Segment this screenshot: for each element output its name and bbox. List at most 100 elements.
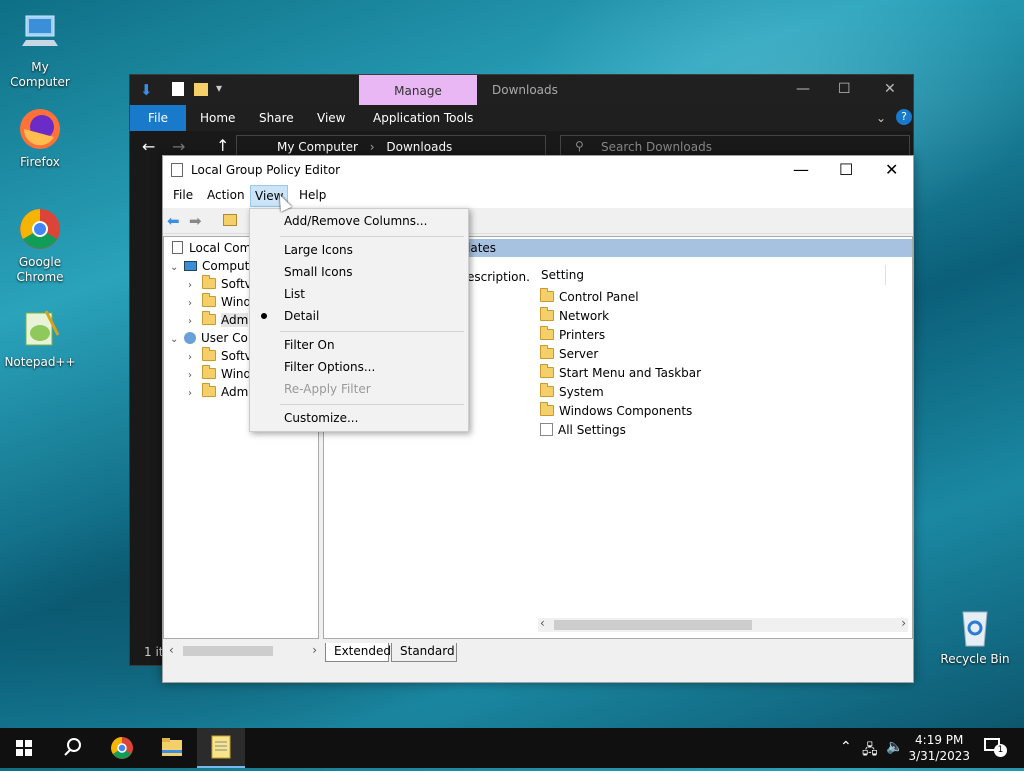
setting-row[interactable]: System	[540, 383, 604, 402]
tree-node-computer-configuration[interactable]: ⌄ Comput	[170, 257, 249, 275]
tree-node-windows-settings[interactable]: › Wind	[188, 293, 251, 311]
scroll-left-icon[interactable]: ‹	[169, 643, 174, 657]
taskbar-search-button[interactable]	[48, 728, 96, 768]
taskbar: ⌃ 🖧 🔈 4:19 PM 3/31/2023 1	[0, 728, 1024, 768]
download-arrow-icon: ⬇	[140, 81, 153, 99]
menu-item-add-remove-columns[interactable]: Add/Remove Columns...	[284, 211, 427, 231]
menu-item-list[interactable]: List	[284, 284, 305, 304]
folder-icon[interactable]	[194, 83, 208, 96]
taskbar-clock[interactable]: 4:19 PM 3/31/2023	[908, 732, 970, 764]
desktop-icon-label: Google Chrome	[16, 255, 64, 284]
network-icon[interactable]: 🖧	[862, 739, 878, 763]
up-folder-icon[interactable]	[223, 214, 237, 226]
taskbar-gpo-editor[interactable]	[197, 728, 245, 768]
tree-node-label: Adm	[221, 385, 249, 399]
close-icon[interactable]: ✕	[885, 160, 898, 179]
menu-action[interactable]: Action	[203, 188, 249, 202]
ribbon-tab-home[interactable]: Home	[200, 111, 235, 125]
help-icon[interactable]: ?	[896, 109, 912, 125]
explorer-titlebar[interactable]: ⬇ ▾ Manage Downloads — ☐ ✕	[130, 75, 913, 105]
menu-item-customize[interactable]: Customize...	[284, 408, 358, 428]
tree-node-label: Wind	[221, 295, 252, 309]
tree-node-administrative-templates[interactable]: › Adm	[188, 311, 249, 329]
chevron-down-icon[interactable]: ⌄	[170, 259, 184, 277]
menu-item-detail[interactable]: Detail	[284, 306, 319, 326]
start-button[interactable]	[0, 728, 48, 768]
up-icon[interactable]: ↑	[216, 136, 229, 155]
chevron-down-icon[interactable]: ⌄	[876, 111, 886, 125]
gpo-title: Local Group Policy Editor	[191, 163, 341, 177]
tree-node-software-settings[interactable]: › Softv	[188, 347, 252, 365]
desktop-icon-firefox[interactable]: Firefox	[0, 105, 80, 170]
ribbon-tab-view[interactable]: View	[317, 111, 345, 125]
taskbar-chrome[interactable]	[98, 728, 146, 768]
tree-horizontal-scrollbar[interactable]: ‹ ›	[165, 643, 321, 659]
setting-row[interactable]: Printers	[540, 326, 605, 345]
scroll-right-icon[interactable]: ›	[901, 616, 906, 630]
tree-node-administrative-templates[interactable]: › Adm	[188, 383, 248, 401]
taskbar-file-explorer[interactable]	[148, 728, 196, 768]
desktop-icon-chrome[interactable]: Google Chrome	[0, 205, 80, 285]
tree-node-local-computer-policy[interactable]: Local Comp	[172, 239, 259, 257]
setting-row[interactable]: All Settings	[540, 421, 626, 440]
tree-node-software-settings[interactable]: › Softv	[188, 275, 252, 293]
manage-contextual-tab[interactable]: Manage	[359, 75, 477, 105]
breadcrumb-downloads[interactable]: Downloads	[386, 140, 452, 154]
maximize-icon[interactable]: ☐	[839, 160, 853, 179]
tree-node-windows-settings[interactable]: › Wind	[188, 365, 251, 383]
action-center-button[interactable]: 1	[980, 736, 1008, 760]
scroll-right-icon[interactable]: ›	[312, 643, 317, 657]
menu-item-small-icons[interactable]: Small Icons	[284, 262, 352, 282]
desktop-icon-label: Firefox	[20, 155, 60, 169]
scrollbar-thumb[interactable]	[183, 646, 273, 656]
tab-standard[interactable]: Standard	[391, 643, 457, 662]
forward-icon[interactable]: ➡	[189, 212, 202, 230]
setting-label: Server	[559, 347, 599, 361]
setting-row[interactable]: Windows Components	[540, 402, 692, 421]
back-icon[interactable]: ←	[142, 137, 155, 156]
column-header-setting[interactable]: Setting	[541, 268, 584, 282]
chevron-right-icon[interactable]: ›	[188, 385, 202, 403]
gpo-titlebar[interactable]: Local Group Policy Editor — ☐ ✕	[163, 156, 913, 184]
ribbon-tab-file[interactable]: File	[130, 105, 186, 131]
forward-icon[interactable]: →	[172, 137, 185, 156]
desktop-icon-recycle-bin[interactable]: Recycle Bin	[935, 602, 1015, 667]
tree-node-user-configuration[interactable]: ⌄ User Co	[170, 329, 248, 347]
firefox-icon	[16, 105, 64, 153]
gpo-app-icon	[171, 163, 183, 177]
menu-help[interactable]: Help	[295, 188, 330, 202]
chrome-icon	[111, 737, 133, 759]
desktop-icon-my-computer[interactable]: My Computer	[0, 10, 80, 90]
back-icon[interactable]: ⬅	[167, 212, 180, 230]
tab-extended[interactable]: Extended	[325, 643, 391, 662]
chevron-down-icon[interactable]: ⌄	[170, 331, 184, 349]
volume-icon[interactable]: 🔈	[886, 739, 903, 755]
minimize-icon[interactable]: —	[793, 160, 809, 179]
breadcrumb-my-computer[interactable]: My Computer	[277, 140, 358, 154]
ribbon-tab-application-tools[interactable]: Application Tools	[373, 111, 473, 125]
menu-item-filter-on[interactable]: Filter On	[284, 335, 335, 355]
setting-row[interactable]: Control Panel	[540, 288, 639, 307]
properties-icon[interactable]	[172, 82, 184, 96]
minimize-icon[interactable]: —	[796, 81, 810, 97]
setting-label: Control Panel	[559, 290, 639, 304]
scrollbar-thumb[interactable]	[554, 620, 752, 630]
setting-row[interactable]: Start Menu and Taskbar	[540, 364, 701, 383]
desktop-icon-notepadpp[interactable]: Notepad++	[0, 305, 80, 370]
menu-file[interactable]: File	[169, 188, 197, 202]
close-icon[interactable]: ✕	[884, 81, 896, 97]
folder-icon	[540, 383, 554, 397]
ribbon-tab-share[interactable]: Share	[259, 111, 294, 125]
setting-label: Printers	[559, 328, 606, 342]
qat-dropdown-icon[interactable]: ▾	[216, 81, 222, 95]
folder-icon	[202, 275, 216, 289]
maximize-icon[interactable]: ☐	[838, 81, 851, 97]
clock-time: 4:19 PM	[915, 733, 964, 747]
setting-row[interactable]: Server	[540, 345, 598, 364]
chevron-up-icon[interactable]: ⌃	[840, 739, 852, 755]
setting-row[interactable]: Network	[540, 307, 609, 326]
menu-item-large-icons[interactable]: Large Icons	[284, 240, 353, 260]
detail-horizontal-scrollbar[interactable]: ‹ ›	[538, 616, 908, 632]
menu-item-filter-options[interactable]: Filter Options...	[284, 357, 375, 377]
scroll-left-icon[interactable]: ‹	[540, 616, 545, 630]
